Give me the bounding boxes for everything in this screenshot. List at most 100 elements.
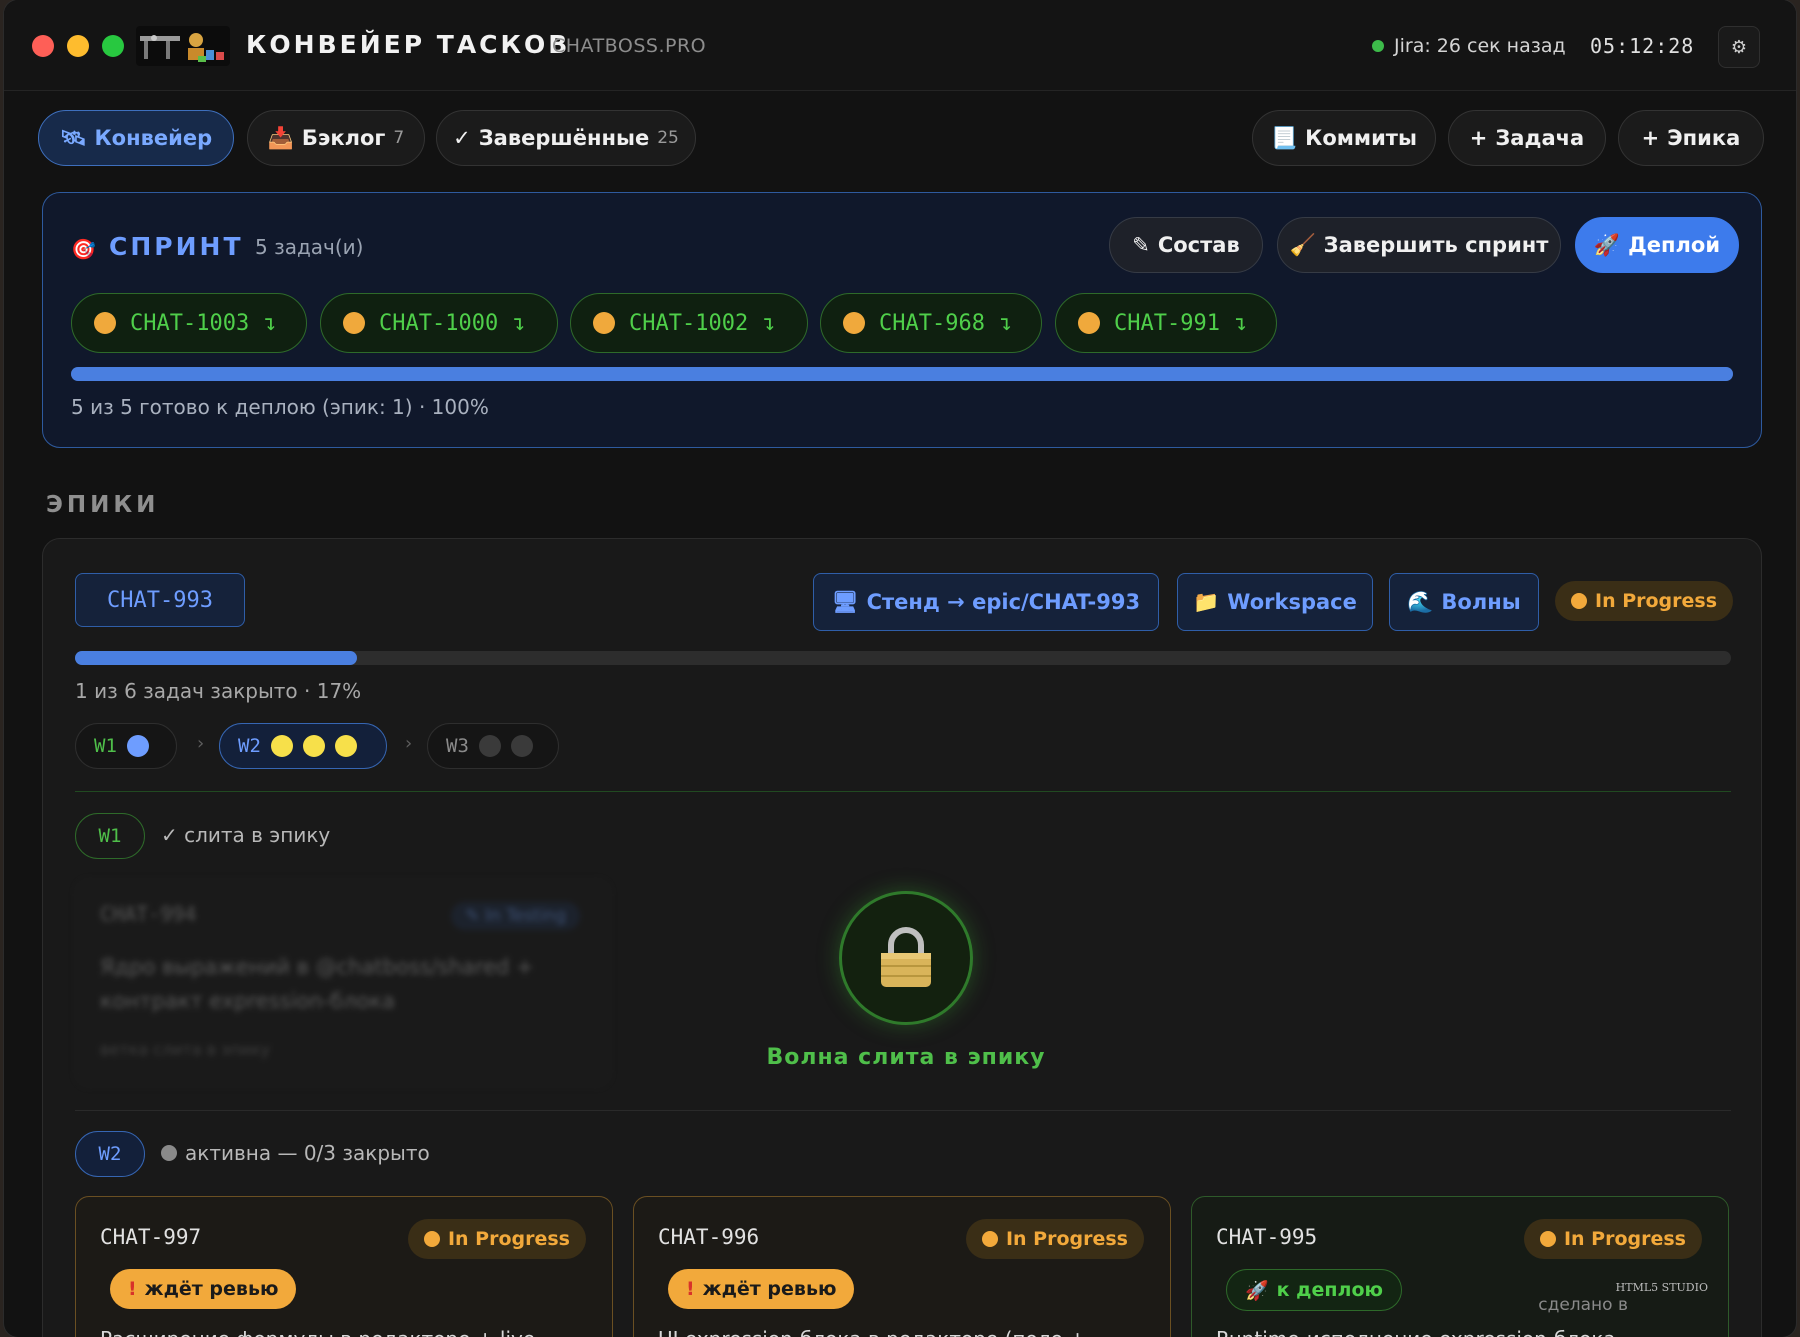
tab-conveyor[interactable]: 🛰 Конвейер	[38, 110, 234, 166]
status-label: In Progress	[447, 1228, 570, 1250]
lock-icon	[839, 891, 973, 1025]
task-status-badge: In Progress	[965, 1219, 1144, 1259]
chip-key: CHAT-1000	[379, 310, 499, 336]
clock: 05:12:28	[1590, 34, 1695, 58]
sprint-progress-fill	[71, 367, 1733, 381]
epic-key[interactable]: CHAT-993	[75, 573, 245, 627]
sprint-task-chip[interactable]: CHAT-1002 ↴	[570, 293, 808, 353]
status-dot	[593, 312, 615, 334]
status-dot	[1539, 1231, 1556, 1247]
exclamation-icon: !	[128, 1278, 137, 1300]
task-status-badge: In Progress	[407, 1219, 586, 1259]
rocket-icon: 🚀	[1245, 1279, 1269, 1302]
button-label: Деплой	[1628, 233, 1721, 257]
sprint-panel: 🎯 СПРИНТ 5 задач(и) ✎ Состав 🧹 Завершить…	[42, 192, 1762, 448]
button-label: Эпика	[1667, 126, 1741, 150]
badge-label: к деплою	[1276, 1279, 1383, 1301]
status-label: In Progress	[1563, 1228, 1686, 1250]
wave-task-dot	[126, 735, 149, 757]
sprint-task-chip[interactable]: CHAT-1000 ↴	[320, 293, 558, 353]
wave-task-dot	[334, 735, 357, 757]
commits-button[interactable]: 📃 Коммиты	[1252, 110, 1436, 166]
tab-backlog[interactable]: 📥 Бэклог 7	[247, 110, 425, 166]
app-domain: CHATBOSS.PRO	[552, 35, 707, 57]
task-description: Ядро выражений в @chatboss/shared + конт…	[100, 955, 534, 1013]
arrow-down-icon: ↴	[512, 310, 526, 336]
task-key: CHAT-995	[1216, 1225, 1318, 1249]
minimize-window-button[interactable]	[67, 35, 89, 57]
pencil-icon: ✎	[1132, 233, 1150, 257]
plus-icon: +	[1641, 126, 1660, 150]
wave-divider	[75, 1110, 1731, 1111]
wave-task-dot	[270, 735, 293, 757]
task-card[interactable]: CHAT-996 In Progress ! ждёт ревью UI exp…	[633, 1196, 1171, 1337]
review-badge: ! ждёт ревью	[110, 1269, 297, 1309]
wave-selector-w1[interactable]: W1	[75, 723, 177, 769]
wave-label: W3	[446, 735, 469, 757]
review-badge: ! ждёт ревью	[668, 1269, 855, 1309]
app-title: КОНВЕЙЕР ТАСКОВ	[246, 30, 571, 59]
sprint-composition-button[interactable]: ✎ Состав	[1109, 217, 1263, 273]
sprint-progress-bar	[71, 367, 1733, 381]
add-epic-button[interactable]: + Эпика	[1618, 110, 1764, 166]
waves-button[interactable]: 🌊 Волны	[1389, 573, 1539, 631]
arrow-down-icon: ↴	[998, 310, 1013, 336]
settings-button[interactable]: ⚙	[1718, 26, 1760, 68]
status-dot	[343, 312, 365, 334]
deploy-badge: 🚀 к деплою	[1226, 1269, 1402, 1311]
chip-key: CHAT-968	[879, 310, 985, 336]
maximize-window-button[interactable]	[102, 35, 124, 57]
made-in-label: сделано в	[1538, 1295, 1628, 1315]
status-dot	[1078, 312, 1100, 334]
button-label: Задача	[1495, 126, 1585, 150]
wave-status-w1: ✓ слита в эпику	[161, 823, 330, 847]
task-card[interactable]: CHAT-995 In Progress 🚀 к деплою сделано …	[1191, 1196, 1729, 1337]
tab-count: 7	[393, 128, 405, 148]
task-key: CHAT-997	[100, 1225, 202, 1249]
arrow-down-icon: ↴	[762, 310, 776, 336]
task-key: CHAT-996	[658, 1225, 760, 1249]
tab-label: Бэклог	[301, 126, 386, 150]
deploy-button[interactable]: 🚀 Деплой	[1575, 217, 1739, 273]
tab-completed[interactable]: ✓ Завершённые 25	[436, 110, 696, 166]
stand-button[interactable]: 🖥 Стенд → epic/CHAT-993	[813, 573, 1159, 631]
rocket-icon: 🚀	[1593, 232, 1621, 257]
jira-sync-status: Jira: 26 сек назад	[1394, 35, 1566, 57]
button-label: Стенд → epic/CHAT-993	[866, 590, 1141, 614]
wave-label: W2	[238, 735, 261, 757]
sprint-progress-text: 5 из 5 готово к деплою (эпик: 1) · 100%	[71, 395, 489, 419]
wave-tag-w1: W1	[75, 813, 145, 859]
gear-icon: ⚙	[1730, 36, 1748, 58]
status-badge: ✎ In Testing	[451, 902, 580, 930]
sprint-task-chip[interactable]: CHAT-968 ↴	[820, 293, 1042, 353]
epic-progress-text: 1 из 6 задач закрыто · 17%	[75, 679, 362, 703]
inbox-icon: 📥	[267, 125, 294, 150]
button-label: Завершить спринт	[1323, 233, 1549, 257]
wave-status-text: ✓ слита в эпику	[161, 823, 331, 847]
sprint-task-chip[interactable]: CHAT-991 ↴	[1055, 293, 1277, 353]
wave-selector-w3[interactable]: W3	[427, 723, 559, 769]
status-dot	[94, 312, 116, 334]
jira-status-dot	[1372, 40, 1384, 52]
close-window-button[interactable]	[32, 35, 54, 57]
sprint-task-count: 5 задач(и)	[255, 235, 364, 259]
wave-task-dot	[510, 735, 533, 757]
finish-sprint-button[interactable]: 🧹 Завершить спринт	[1277, 217, 1561, 273]
sprint-task-chip[interactable]: CHAT-1003 ↴	[71, 293, 307, 353]
button-label: Коммиты	[1305, 126, 1417, 150]
task-status-badge: In Progress	[1523, 1219, 1702, 1259]
wave-selector-w2[interactable]: W2	[219, 723, 387, 769]
wave-icon: 🌊	[1407, 589, 1434, 614]
status-dot	[423, 1231, 440, 1247]
receipt-icon: 📃	[1271, 125, 1298, 150]
workspace-button[interactable]: 📁 Workspace	[1177, 573, 1373, 631]
badge-label: ждёт ревью	[144, 1278, 279, 1300]
tab-label: Конвейер	[94, 126, 213, 150]
task-card[interactable]: CHAT-997 In Progress ! ждёт ревью Расшир…	[75, 1196, 613, 1337]
status-label: In Progress	[1005, 1228, 1128, 1250]
tab-count: 25	[657, 128, 679, 148]
epic-card: CHAT-993 🖥 Стенд → epic/CHAT-993 📁 Works…	[42, 538, 1762, 1337]
add-task-button[interactable]: + Задача	[1448, 110, 1606, 166]
monitor-icon: 🖥	[831, 589, 859, 614]
chip-key: CHAT-1003	[130, 310, 250, 336]
